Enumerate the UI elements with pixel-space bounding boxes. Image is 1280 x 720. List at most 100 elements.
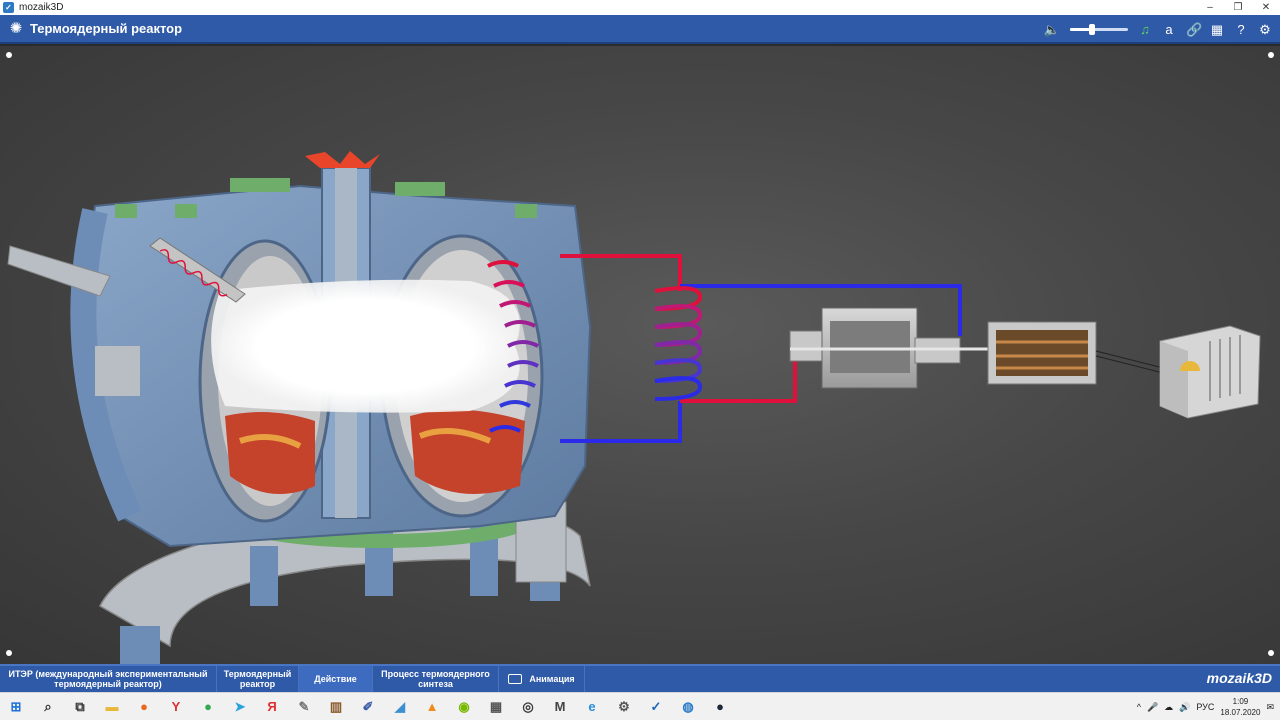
- archive-icon[interactable]: ▥: [320, 693, 352, 720]
- settings-icon[interactable]: ⚙: [1258, 22, 1272, 38]
- corner-marker: [6, 650, 12, 656]
- calculator-icon[interactable]: ▦: [480, 693, 512, 720]
- tv-icon: [508, 674, 523, 684]
- volume-slider[interactable]: [1070, 24, 1128, 35]
- nav-item-label: ИТЭР (международный экспериментальный те…: [8, 669, 208, 689]
- generator: [987, 321, 1176, 385]
- power-consumer: [1159, 325, 1261, 419]
- firefox-icon[interactable]: ●: [128, 693, 160, 720]
- yandex-glyph: Я: [267, 699, 277, 714]
- firefox-glyph: ●: [140, 699, 148, 714]
- nav-item-animation[interactable]: Анимация: [499, 666, 585, 692]
- chrome-glyph: ●: [204, 699, 212, 714]
- maximize-button[interactable]: ❐: [1224, 0, 1252, 15]
- heat-exchanger: [654, 286, 703, 401]
- taskbar-apps: ⊞ ⌕ ⧉ ▬ ● Y ● ➤ Я ✎ ▥ ✐ ◢ ▲ ◉ ▦ ◎ Me ⚙ ✓ ◍ ●: [0, 693, 736, 720]
- camera-icon[interactable]: ◎: [512, 693, 544, 720]
- steam-glyph: ●: [716, 699, 724, 714]
- notifications-icon[interactable]: ✉: [1266, 702, 1274, 713]
- font-icon[interactable]: a: [1162, 22, 1176, 37]
- file-explorer-icon[interactable]: ▬: [96, 693, 128, 720]
- app-icon[interactable]: ◢: [384, 693, 416, 720]
- cloud-icon[interactable]: ☁: [1164, 702, 1173, 713]
- plasma: [211, 279, 520, 413]
- mail-glyph: M: [554, 699, 566, 714]
- search-icon[interactable]: ⌕: [32, 693, 64, 720]
- yandex-browser-icon[interactable]: Y: [160, 693, 192, 720]
- editor-glyph: ✐: [362, 698, 374, 714]
- notepad-icon[interactable]: ✎: [288, 693, 320, 720]
- nav-item-fusion-process[interactable]: Процесс термоядерного синтеза: [373, 666, 499, 692]
- chrome-icon[interactable]: ●: [192, 693, 224, 720]
- mozaik-icon[interactable]: ✓: [640, 693, 672, 720]
- vpn-glyph: ◍: [682, 698, 694, 714]
- vpn-icon[interactable]: ◍: [672, 693, 704, 720]
- window-title: mozaik3D: [19, 2, 64, 13]
- taskbar: ⊞ ⌕ ⧉ ▬ ● Y ● ➤ Я ✎ ▥ ✐ ◢ ▲ ◉ ▦ ◎ Me ⚙ ✓ ◍ ● ^ 🎤 ☁ 🔊 РУС 1:09…: [0, 692, 1280, 720]
- editor-icon[interactable]: ✐: [352, 693, 384, 720]
- task-view-icon[interactable]: ⧉: [64, 693, 96, 720]
- link-icon[interactable]: 🔗: [1186, 22, 1202, 38]
- volume-icon[interactable]: 🔈: [1044, 22, 1060, 38]
- corner-marker: [6, 52, 12, 58]
- nav-item-label: Термоядерный реактор: [223, 669, 292, 689]
- archive-glyph: ▥: [329, 698, 343, 714]
- help-icon[interactable]: ?: [1234, 22, 1248, 37]
- close-button[interactable]: ✕: [1252, 0, 1280, 15]
- page-title: Термоядерный реактор: [30, 21, 183, 36]
- window-titlebar: ✓ mozaik3D – ❐ ✕: [0, 0, 1280, 15]
- nvidia-icon[interactable]: ◉: [448, 693, 480, 720]
- corner-marker: [1268, 650, 1274, 656]
- nav-item-action[interactable]: Действие: [299, 666, 373, 692]
- steam-icon[interactable]: ●: [704, 693, 736, 720]
- file-explorer-glyph: ▬: [105, 699, 119, 714]
- telegram-glyph: ➤: [234, 698, 246, 714]
- nav-item-label: Процесс термоядерного синтеза: [381, 669, 490, 689]
- 3d-viewport[interactable]: [0, 46, 1280, 664]
- speaker-icon[interactable]: 🔊: [1179, 702, 1190, 713]
- reactor-scene: [7, 151, 1261, 664]
- mail-icon[interactable]: M: [544, 693, 576, 720]
- gear-glyph: ⚙: [618, 698, 630, 714]
- nav-item-label: Действие: [314, 674, 357, 684]
- language-indicator[interactable]: РУС: [1196, 702, 1214, 712]
- music-icon[interactable]: ♫: [1138, 22, 1152, 37]
- app-header: ✺ Термоядерный реактор 🔈 ♫ a 🔗 ▦? ⚙: [0, 15, 1280, 44]
- mozaik-glyph: ✓: [650, 698, 662, 714]
- microphone-icon[interactable]: 🎤: [1147, 702, 1158, 713]
- telegram-icon[interactable]: ➤: [224, 693, 256, 720]
- yandex-browser-glyph: Y: [171, 699, 181, 714]
- mozaik-app-icon: ✓: [3, 2, 14, 13]
- edge-glyph: e: [588, 699, 596, 714]
- system-tray: ^ 🎤 ☁ 🔊 РУС 1:09 18.07.2020 ✉: [1137, 693, 1280, 720]
- brand-logo: mozaik3D: [1206, 670, 1272, 686]
- header-tools: 🔈 ♫ a 🔗 ▦? ⚙: [1044, 15, 1272, 44]
- camera-glyph: ◎: [522, 698, 534, 714]
- edge-icon[interactable]: e: [576, 693, 608, 720]
- gear-icon[interactable]: ⚙: [608, 693, 640, 720]
- nav-item-reactor[interactable]: Термоядерный реактор: [217, 666, 299, 692]
- tray-expand-icon[interactable]: ^: [1137, 702, 1141, 712]
- task-view-glyph: ⧉: [75, 698, 85, 714]
- volume-slider-knob[interactable]: [1089, 24, 1096, 35]
- app-glyph: ◢: [395, 698, 405, 714]
- search-glyph: ⌕: [44, 698, 52, 714]
- nvidia-glyph: ◉: [458, 698, 470, 714]
- tool-buttons: ♫ a 🔗 ▦? ⚙: [1138, 22, 1272, 38]
- grid-icon[interactable]: ▦: [1210, 22, 1224, 38]
- menu-icon[interactable]: ✺: [8, 20, 24, 37]
- yandex-icon[interactable]: Я: [256, 693, 288, 720]
- windows-start-icon[interactable]: ⊞: [0, 693, 32, 720]
- windows-start-glyph: ⊞: [10, 698, 22, 714]
- corner-marker: [1268, 52, 1274, 58]
- nav-item-label: Анимация: [529, 674, 575, 684]
- clock[interactable]: 1:09 18.07.2020: [1220, 696, 1260, 718]
- nav-item-iter[interactable]: ИТЭР (международный экспериментальный те…: [0, 666, 217, 692]
- minimize-button[interactable]: –: [1196, 0, 1224, 15]
- clock-time: 1:09: [1232, 697, 1249, 706]
- notepad-glyph: ✎: [298, 698, 310, 714]
- vlc-glyph: ▲: [425, 699, 439, 714]
- calculator-glyph: ▦: [489, 698, 503, 714]
- vlc-icon[interactable]: ▲: [416, 693, 448, 720]
- bottom-navigation: ИТЭР (международный экспериментальный те…: [0, 664, 1280, 692]
